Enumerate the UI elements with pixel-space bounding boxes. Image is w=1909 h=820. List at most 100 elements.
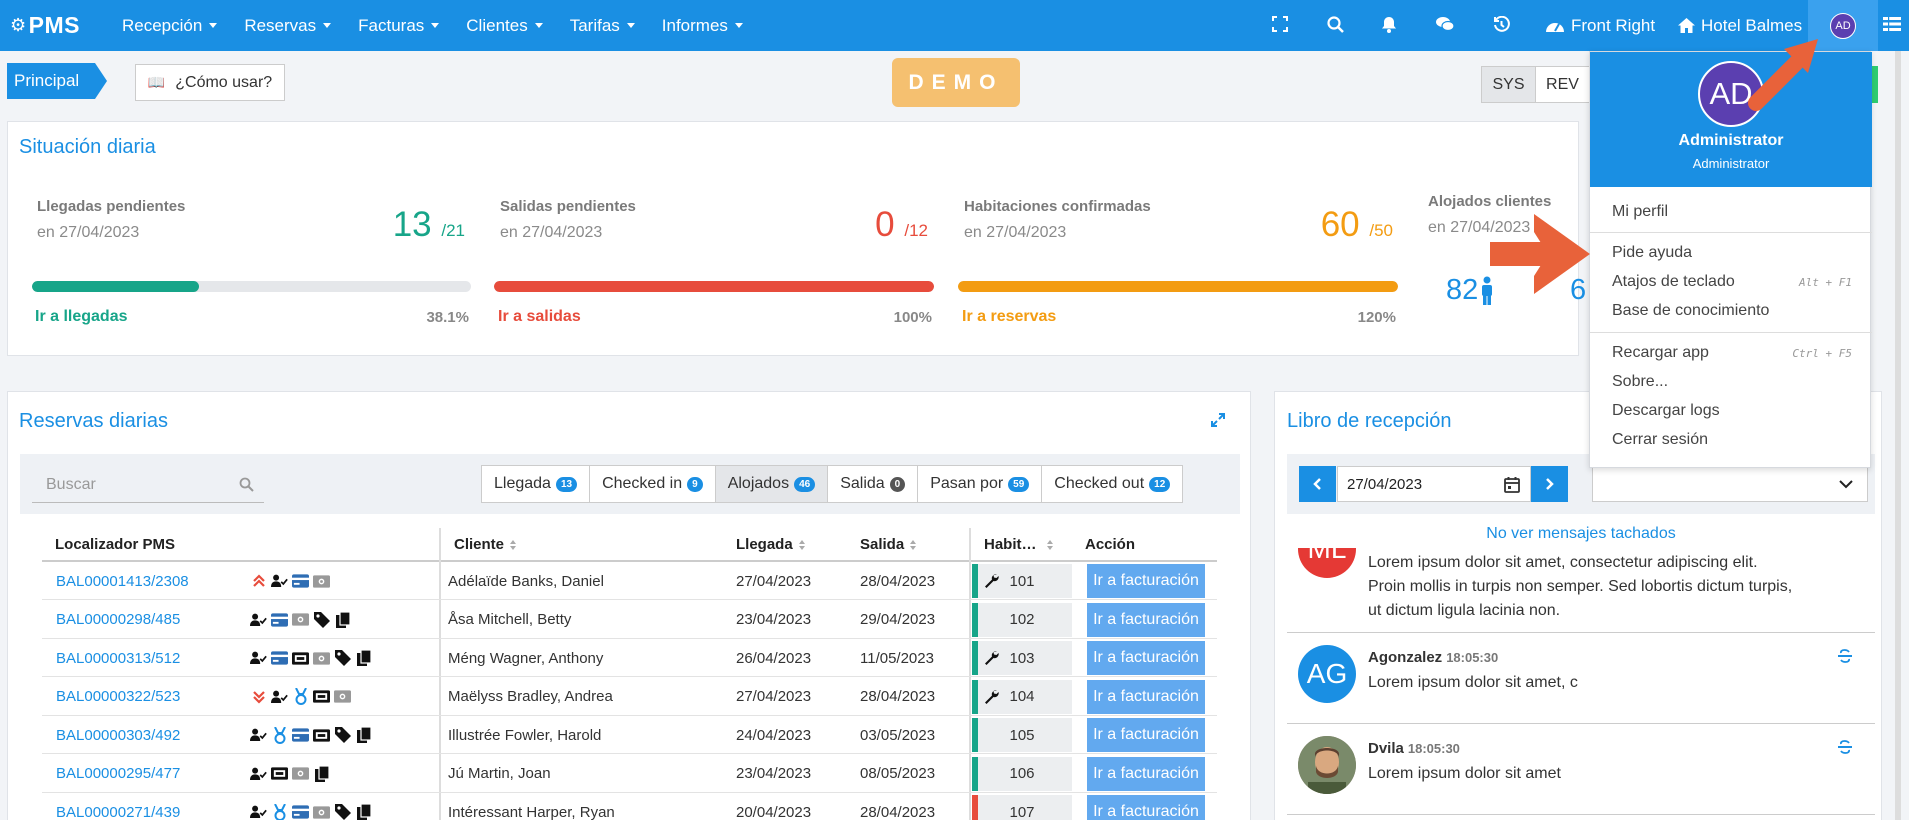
go-to-billing-button[interactable]: Ir a facturación <box>1087 756 1205 791</box>
booking-locator-link[interactable]: BAL00000303/492 <box>56 716 180 754</box>
profile-dropdown: AD Administrator Administrator Mi perfil… <box>1589 51 1872 468</box>
menu-reservas[interactable]: Reservas <box>244 16 332 36</box>
table-row[interactable]: BAL00000322/523 Maëlyss Bradley, Andrea 27… <box>42 678 1217 716</box>
logo-gear-icon: ⚙ <box>10 15 27 35</box>
go-to-billing-button[interactable]: Ir a facturación <box>1087 641 1205 675</box>
room-cell[interactable]: 103 <box>972 641 1072 675</box>
booking-locator-link[interactable]: BAL00001413/2308 <box>56 562 189 600</box>
go-to-reservations-link[interactable]: Ir a reservas <box>962 308 1056 326</box>
filter-select[interactable] <box>1592 466 1868 502</box>
col-header-llegada[interactable]: Llegada <box>736 536 806 553</box>
room-cell[interactable]: 105 <box>972 718 1072 752</box>
menu-item-mi-perfil[interactable]: Mi perfil <box>1612 203 1852 221</box>
app-logo[interactable]: ⚙ PMS <box>10 12 122 39</box>
go-to-billing-button[interactable]: Ir a facturación <box>1087 718 1205 752</box>
table-row[interactable]: BAL00000295/477 Jú Martin, Joan 23/04/2023… <box>42 755 1217 793</box>
room-cell[interactable]: 101 <box>972 564 1072 598</box>
page-scrollbar[interactable] <box>1895 51 1901 820</box>
search-icon[interactable] <box>1324 13 1346 35</box>
tab-checked-in[interactable]: Checked in 9 <box>590 466 716 502</box>
search-input[interactable]: Buscar <box>32 467 264 503</box>
booking-locator-link[interactable]: BAL00000313/512 <box>56 639 180 677</box>
go-to-departures-link[interactable]: Ir a salidas <box>498 308 581 326</box>
copy-icon <box>355 804 372 820</box>
next-day-button[interactable] <box>1531 466 1568 502</box>
booking-locator-link[interactable]: BAL00000322/523 <box>56 678 180 716</box>
hide-crossed-messages-link[interactable]: No ver mensajes tachados <box>1287 525 1875 543</box>
menu-tarifas[interactable]: Tarifas <box>570 16 635 36</box>
tag-icon <box>334 650 351 667</box>
room-number: 105 <box>1009 726 1035 744</box>
user-check-icon <box>250 765 267 782</box>
tab-salida[interactable]: Salida 0 <box>828 466 919 502</box>
table-row[interactable]: BAL00000313/512 Méng Wagner, Anthony 26/04… <box>42 639 1217 677</box>
menu-item-cerrar-sesion[interactable]: Cerrar sesión <box>1612 431 1852 449</box>
room-number: 107 <box>1009 803 1035 820</box>
history-icon[interactable] <box>1490 13 1512 35</box>
fullscreen-icon[interactable] <box>1269 13 1291 35</box>
booking-locator-link[interactable]: BAL00000271/439 <box>56 793 180 820</box>
go-to-arrivals-link[interactable]: Ir a llegadas <box>35 308 128 326</box>
how-to-use-button[interactable]: 📖 ¿Cómo usar? <box>135 64 285 101</box>
tab-checked-out[interactable]: Checked out 12 <box>1042 466 1182 502</box>
stat-label: Salidas pendientes <box>500 198 636 215</box>
menu-clientes[interactable]: Clientes <box>466 16 543 36</box>
room-cell[interactable]: 104 <box>972 679 1072 714</box>
stat-date: en 27/04/2023 <box>37 224 140 241</box>
col-header-loc[interactable]: Localizador PMS <box>55 536 175 553</box>
room-cell[interactable]: 107 <box>972 795 1072 820</box>
rev-button[interactable]: REV <box>1535 66 1590 103</box>
room-status-flag <box>972 718 978 752</box>
bell-icon[interactable] <box>1378 13 1400 35</box>
menu-item-atajos[interactable]: Atajos de teclado Alt + F1 <box>1612 273 1852 291</box>
booking-locator-link[interactable]: BAL00000298/485 <box>56 601 180 639</box>
menu-item-base-conocimiento[interactable]: Base de conocimiento <box>1612 302 1852 320</box>
menu-item-descargar-logs[interactable]: Descargar logs <box>1612 402 1852 420</box>
calendar-icon[interactable] <box>1504 476 1520 493</box>
front-selector[interactable]: Front Right <box>1545 0 1655 51</box>
menu-facturas[interactable]: Facturas <box>358 16 440 36</box>
table-row[interactable]: BAL00000298/485 Åsa Mitchell, Betty 23/04/… <box>42 601 1217 639</box>
chat-icon[interactable] <box>1434 13 1456 35</box>
table-row[interactable]: BAL00000271/439 Intéressant Harper, Ryan 2… <box>42 793 1217 820</box>
count-badge: 59 <box>1008 476 1030 492</box>
previous-day-button[interactable] <box>1299 466 1336 502</box>
date-field[interactable]: 27/04/2023 <box>1337 466 1531 502</box>
go-to-billing-button[interactable]: Ir a facturación <box>1087 564 1205 598</box>
tab-alojados[interactable]: Alojados 46 <box>715 466 829 502</box>
tab-pasan-por[interactable]: Pasan por 59 <box>918 466 1043 502</box>
room-cell[interactable]: 106 <box>972 756 1072 791</box>
col-header-salida[interactable]: Salida <box>860 536 917 553</box>
go-to-billing-button[interactable]: Ir a facturación <box>1087 602 1205 637</box>
wrench-icon <box>984 650 999 665</box>
go-to-billing-button[interactable]: Ir a facturación <box>1087 679 1205 714</box>
copy-icon <box>334 611 351 628</box>
col-header-accion: Acción <box>1085 536 1136 553</box>
tab-llegada[interactable]: Llegada 13 <box>482 466 591 502</box>
col-header-cliente[interactable]: Cliente <box>454 536 517 553</box>
menu-divider <box>1590 332 1872 333</box>
breadcrumb[interactable]: Principal <box>7 63 107 99</box>
menu-recepcion[interactable]: Recepción <box>122 16 218 36</box>
medal-icon <box>292 688 309 705</box>
menu-informes[interactable]: Informes <box>662 16 743 36</box>
table-row[interactable]: BAL00001413/2308 Adélaïde Banks, Daniel 27… <box>42 562 1217 600</box>
client-name: Méng Wagner, Anthony <box>448 649 604 667</box>
menu-item-sobre[interactable]: Sobre... <box>1612 373 1852 391</box>
sys-button[interactable]: SYS <box>1481 66 1536 103</box>
strikethrough-icon[interactable] <box>1837 740 1853 754</box>
col-header-habitacion[interactable]: Habit… <box>984 536 1054 553</box>
user-check-icon <box>271 573 288 590</box>
menu-item-pide-ayuda[interactable]: Pide ayuda <box>1612 244 1852 262</box>
card-icon <box>292 727 309 744</box>
table-row[interactable]: BAL00000303/492 Illustrée Fowler, Harold 2… <box>42 716 1217 754</box>
menu-item-recargar[interactable]: Recargar app Ctrl + F5 <box>1612 344 1852 362</box>
strikethrough-icon[interactable] <box>1837 649 1853 663</box>
grid-menu-icon[interactable] <box>1881 13 1903 35</box>
cash-icon <box>313 804 330 820</box>
go-to-billing-button[interactable]: Ir a facturación <box>1087 795 1205 820</box>
expand-icon[interactable] <box>1210 412 1226 428</box>
room-cell[interactable]: 102 <box>972 602 1072 637</box>
cash-icon <box>334 688 351 705</box>
booking-locator-link[interactable]: BAL00000295/477 <box>56 755 180 793</box>
